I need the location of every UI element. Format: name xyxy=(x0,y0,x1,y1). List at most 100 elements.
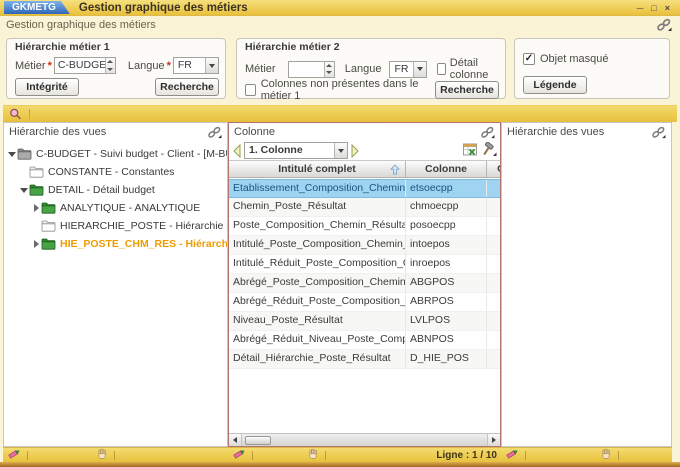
row-counter: Ligne : 1 / 10 xyxy=(436,450,497,461)
chevron-down-icon[interactable] xyxy=(334,143,347,158)
folder-icon xyxy=(17,148,33,160)
chevron-down-icon[interactable] xyxy=(413,62,426,77)
folder-icon xyxy=(29,166,45,178)
table-row[interactable]: Chemin_Poste_Résultatchmoecpp xyxy=(229,198,500,217)
previous-arrow-icon[interactable] xyxy=(232,144,241,158)
column-header[interactable]: Colonne xyxy=(406,161,487,177)
expand-arrow-icon[interactable] xyxy=(7,152,17,157)
colonnes-non-presentes-label: Colonnes non présentes dans le métier 1 xyxy=(261,78,435,102)
breadcrumb: Gestion graphique des métiers xyxy=(6,17,672,32)
expand-arrow-icon[interactable] xyxy=(31,204,41,212)
langue-label: Langue xyxy=(345,63,382,75)
objet-masque-checkbox[interactable]: ✓ xyxy=(523,53,535,65)
metier2-input[interactable] xyxy=(288,61,335,78)
pencil-icon xyxy=(232,448,246,463)
table-row[interactable]: Abrégé_Réduit_Poste_Composition_Chemin_R… xyxy=(229,293,500,312)
status-section-left xyxy=(3,448,228,462)
tree-item[interactable]: CONSTANTE - Constantes xyxy=(4,163,227,181)
cell-intitule: Niveau_Poste_Résultat xyxy=(229,312,406,330)
table-header-row: Intitulé completColonneOrd xyxy=(229,160,500,178)
detail-colonne-checkbox[interactable] xyxy=(437,63,446,75)
cell-intitule: Abrégé_Réduit_Poste_Composition_Chemin_R… xyxy=(229,293,406,311)
maximize-icon[interactable]: □ xyxy=(651,1,656,15)
tools-hammer-icon[interactable] xyxy=(481,142,497,160)
minimize-icon[interactable]: ─ xyxy=(637,1,643,15)
cell-intitule: Chemin_Poste_Résultat xyxy=(229,198,406,216)
close-icon[interactable]: × xyxy=(665,1,670,15)
sort-ascending-icon[interactable] xyxy=(390,164,400,177)
tree-item-label: ANALYTIQUE - ANALYTIQUE xyxy=(60,202,200,214)
colonnes-non-presentes-checkbox[interactable] xyxy=(245,84,256,96)
cell-ordre xyxy=(487,312,500,330)
next-arrow-icon[interactable] xyxy=(351,144,360,158)
table-row[interactable]: Intitulé_Réduit_Poste_Composition_Chemin… xyxy=(229,255,500,274)
cell-ordre xyxy=(487,236,500,254)
cell-ordre xyxy=(487,331,500,349)
window-title: Gestion graphique des métiers xyxy=(79,2,248,14)
scroll-left-icon[interactable] xyxy=(229,434,242,446)
spinner-icon[interactable] xyxy=(105,58,115,73)
search-icon[interactable] xyxy=(9,108,22,121)
cell-ordre xyxy=(487,255,500,273)
tree-item[interactable]: C-BUDGET - Suivi budget - Client - [M-BU… xyxy=(4,145,227,163)
scrollbar-thumb[interactable] xyxy=(245,436,271,445)
metier-label: Métier xyxy=(245,63,276,75)
spinner-icon[interactable] xyxy=(324,62,334,77)
cell-ordre xyxy=(487,180,500,197)
tree-item[interactable]: DETAIL - Détail budget xyxy=(4,181,227,199)
cell-ordre xyxy=(487,274,500,292)
langue2-select[interactable]: FR xyxy=(389,61,426,78)
column-header[interactable]: Ord xyxy=(487,161,501,177)
cell-colonne: D_HIE_POS xyxy=(406,350,487,368)
excel-export-icon[interactable] xyxy=(463,143,477,159)
status-section-middle: Ligne : 1 / 10 xyxy=(228,448,501,462)
column-navigator: 1. Colonne xyxy=(229,141,500,160)
table-row[interactable]: Détail_Hiérarchie_Poste_RésultatD_HIE_PO… xyxy=(229,350,500,369)
langue1-select[interactable]: FR xyxy=(173,57,219,74)
expand-arrow-icon[interactable] xyxy=(19,188,29,193)
groupbox-metier-1: Hiérarchie métier 1 Métier * C-BUDGET La… xyxy=(6,38,226,99)
tree-item[interactable]: ANALYTIQUE - ANALYTIQUE xyxy=(4,199,227,217)
toolbar-strip xyxy=(3,105,677,122)
required-asterisk: * xyxy=(167,60,171,72)
recherche1-button[interactable]: Recherche xyxy=(155,78,219,96)
link-icon[interactable] xyxy=(207,126,222,139)
table-row[interactable]: Niveau_Poste_RésultatLVLPOS xyxy=(229,312,500,331)
link-icon[interactable] xyxy=(656,18,672,32)
tree-item[interactable]: HIERARCHIE_POSTE - Hiérarchie poste xyxy=(4,217,227,235)
cell-colonne: inroepos xyxy=(406,255,487,273)
cell-intitule: Poste_Composition_Chemin_Résultat xyxy=(229,217,406,235)
chevron-down-icon[interactable] xyxy=(205,58,218,73)
legende-button[interactable]: Légende xyxy=(523,76,587,94)
panel-header: Hiérarchie des vues xyxy=(502,123,671,141)
tree-item-label: CONSTANTE - Constantes xyxy=(48,166,174,178)
scroll-right-icon[interactable] xyxy=(487,434,500,446)
horizontal-scrollbar[interactable] xyxy=(229,433,500,446)
required-asterisk: * xyxy=(48,60,52,72)
window-controls: ─ □ × xyxy=(637,1,670,15)
column-select[interactable]: 1. Colonne xyxy=(244,142,348,159)
cell-intitule: Intitulé_Réduit_Poste_Composition_Chemin… xyxy=(229,255,406,273)
table-row[interactable]: Poste_Composition_Chemin_Résultatposoecp… xyxy=(229,217,500,236)
table-row[interactable]: Intitulé_Poste_Composition_Chemin_Résult… xyxy=(229,236,500,255)
folder-icon xyxy=(41,220,57,232)
panel-hierarchie-vues-right: Hiérarchie des vues xyxy=(501,122,672,447)
langue-label: Langue xyxy=(128,60,165,72)
table-row[interactable]: Abrégé_Réduit_Niveau_Poste_Composition_C… xyxy=(229,331,500,350)
groupbox-metier-2: Hiérarchie métier 2 Métier Langue FR Dét… xyxy=(236,38,506,99)
expand-arrow-icon[interactable] xyxy=(31,240,41,248)
column-header[interactable]: Intitulé complet xyxy=(229,161,406,177)
tree-item[interactable]: HIE_POSTE_CHM_RES - Hiérarchie poste che… xyxy=(4,235,227,253)
metier1-input[interactable]: C-BUDGET xyxy=(54,57,116,74)
tree-item-label: HIERARCHIE_POSTE - Hiérarchie poste xyxy=(60,220,227,232)
pencil-icon xyxy=(7,448,21,463)
integrite-button[interactable]: Intégrité xyxy=(15,78,79,96)
recherche2-button[interactable]: Recherche xyxy=(435,81,499,99)
cell-colonne: ABNPOS xyxy=(406,331,487,349)
link-icon[interactable] xyxy=(651,126,666,139)
status-section-right xyxy=(501,448,672,462)
table-row[interactable]: Abrégé_Poste_Composition_Chemin_Résultat… xyxy=(229,274,500,293)
table-row[interactable]: Etablissement_Composition_Chemin_Résulta… xyxy=(229,179,500,198)
cell-colonne: etsoecpp xyxy=(406,180,487,197)
link-icon[interactable] xyxy=(480,126,495,139)
